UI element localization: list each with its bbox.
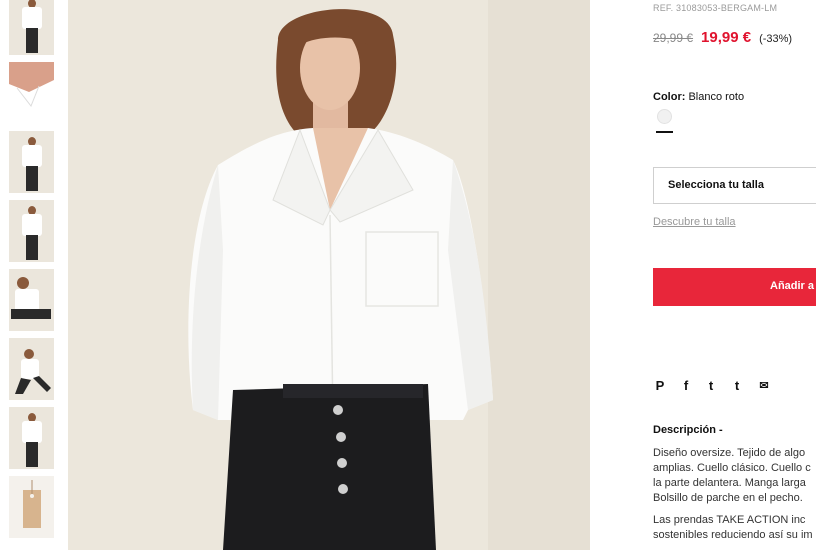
thumbnail-1[interactable]	[9, 0, 54, 55]
description-paragraph: Diseño oversize. Tejido de algo amplias.…	[653, 446, 816, 506]
mail-icon[interactable]: ✉	[757, 378, 771, 394]
add-to-cart-label: Añadir a	[770, 280, 815, 292]
product-reference: REF. 31083053-BERGAM-LM	[653, 3, 778, 13]
thumbnail-5[interactable]	[9, 269, 54, 331]
thumbnail-2[interactable]	[9, 62, 54, 124]
thumbnail-3[interactable]	[9, 131, 54, 193]
thumbnail-7[interactable]	[9, 407, 54, 469]
collar-detail-image	[9, 62, 54, 124]
size-select[interactable]: Selecciona tu talla	[653, 167, 816, 204]
swatch-selected-indicator	[656, 131, 673, 133]
crouching-model-image	[15, 349, 51, 394]
size-guide-link[interactable]: Descubre tu talla	[653, 216, 736, 228]
thumbnail-8[interactable]	[9, 476, 54, 538]
thumbnail-6[interactable]	[9, 338, 54, 400]
thumbnail-4[interactable]	[9, 200, 54, 262]
description-line: la parte delantera. Manga larga	[653, 477, 806, 489]
price-row: 29,99 € 19,99 € (-33%)	[653, 29, 792, 47]
discount-badge: (-33%)	[759, 33, 793, 45]
description-line: Las prendas TAKE ACTION inc	[653, 514, 806, 526]
sitting-model-image	[11, 277, 51, 319]
description-text: Diseño oversize. Tejido de algo amplias.…	[653, 446, 816, 550]
thumbnail-figure	[22, 413, 42, 467]
color-row: Color: Blanco roto	[653, 91, 744, 103]
color-value: Blanco roto	[688, 91, 745, 103]
product-tag-image	[23, 480, 41, 528]
description-line: Diseño oversize. Tejido de algo	[653, 447, 806, 459]
size-select-label: Selecciona tu talla	[668, 179, 764, 191]
add-to-cart-button[interactable]: Añadir a	[653, 268, 816, 306]
color-swatch[interactable]	[657, 109, 672, 124]
description-line: amplias. Cuello clásico. Cuello c	[653, 462, 811, 474]
facebook-icon[interactable]: f	[679, 378, 693, 394]
thumbnail-figure	[22, 0, 42, 53]
description-line: sostenibles reduciendo así su im	[653, 529, 813, 541]
model-illustration	[68, 0, 590, 550]
description-line: Bolsillo de parche en el pecho.	[653, 492, 803, 504]
tumblr-icon[interactable]: t	[730, 378, 744, 394]
pinterest-icon[interactable]: P	[653, 378, 667, 394]
old-price: 29,99 €	[653, 31, 694, 45]
thumbnail-figure	[22, 206, 42, 260]
description-paragraph: Las prendas TAKE ACTION inc sostenibles …	[653, 513, 816, 543]
twitter-icon[interactable]: t	[704, 378, 718, 394]
current-price: 19,99 €	[701, 29, 752, 46]
thumbnail-figure	[22, 137, 42, 191]
description-title[interactable]: Descripción -	[653, 424, 723, 436]
main-product-image[interactable]	[68, 0, 590, 550]
color-label: Color:	[653, 91, 686, 103]
